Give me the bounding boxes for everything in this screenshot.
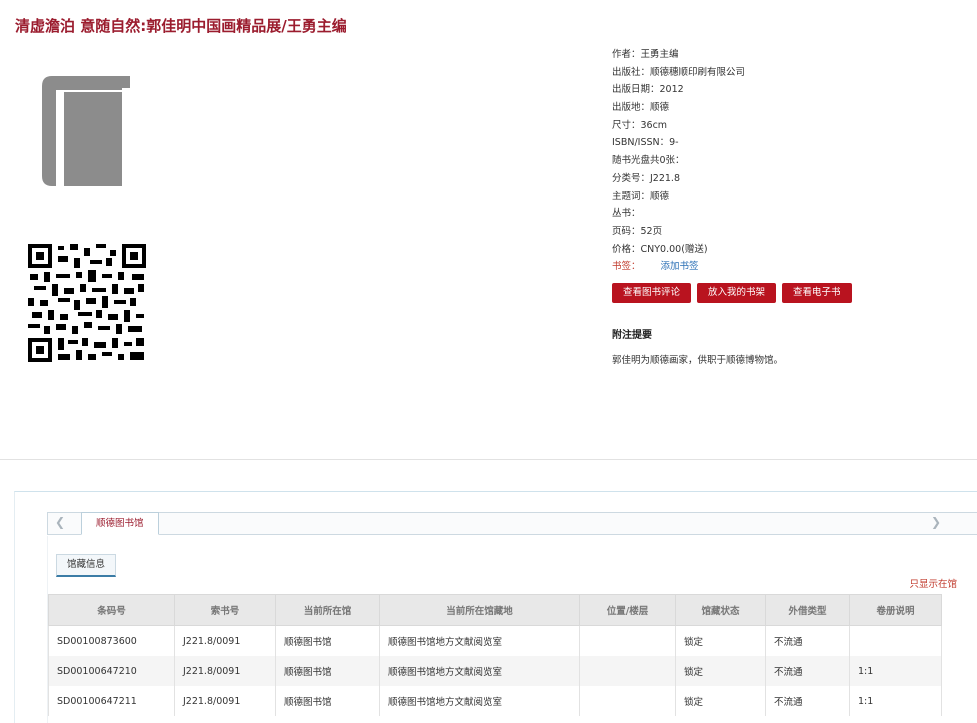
pub-date-field: 出版日期：2012	[612, 84, 684, 96]
action-buttons: 查看图书评论 放入我的书架 查看电子书	[612, 280, 858, 303]
book-info: 作者：王勇主编 出版社：顺德穗顺印刷有限公司 出版日期：2012 出版地：顺德 …	[612, 46, 745, 276]
table-header-row: 条码号 索书号 当前所在馆 当前所在馆藏地 位置/楼层 馆藏状态 外借类型 卷册…	[48, 594, 942, 626]
column-header: 条码号	[48, 594, 175, 626]
barcode-cell: SD00100647211	[48, 686, 175, 716]
loan-type-cell: 不流通	[765, 625, 850, 656]
location-cell: 顺德图书馆地方文献阅览室	[379, 625, 580, 656]
cd-field: 随书光盘共0张：	[612, 155, 685, 167]
view-reviews-button[interactable]: 查看图书评论	[612, 283, 692, 303]
notes-heading: 附注提要	[612, 330, 652, 341]
series-field: 丛书：	[612, 208, 641, 220]
column-header: 外借类型	[765, 594, 850, 626]
table-row: SD00100873600 J221.8/0091 顺德图书馆 顺德图书馆地方文…	[48, 625, 942, 656]
loan-type-cell: 不流通	[765, 656, 850, 686]
publisher-field: 出版社：顺德穗顺印刷有限公司	[612, 66, 746, 78]
location-cell: 顺德图书馆地方文献阅览室	[379, 686, 580, 716]
column-header: 当前所在馆	[275, 594, 380, 626]
pages-field: 页码：52页	[612, 225, 663, 237]
tab-collection-info[interactable]: 馆藏信息	[56, 554, 117, 577]
library-tabbar: ❮ 顺德图书馆 ❯	[47, 512, 977, 535]
class-no-field: 分类号：J221.8	[612, 172, 680, 184]
call-number-cell: J221.8/0091	[174, 656, 276, 686]
loan-type-cell: 不流通	[765, 686, 850, 716]
bookmark-label: 书签：	[612, 261, 641, 273]
call-number-cell: J221.8/0091	[174, 686, 276, 716]
floor-cell	[579, 656, 676, 686]
library-cell: 顺德图书馆	[275, 686, 380, 716]
author-field: 作者：王勇主编	[612, 49, 679, 60]
volume-cell: 1:1	[849, 656, 942, 686]
library-cell: 顺德图书馆	[275, 625, 380, 656]
location-cell: 顺德图书馆地方文献阅览室	[379, 656, 580, 686]
chevron-right-icon[interactable]: ❯	[931, 515, 941, 529]
barcode-cell: SD00100873600	[48, 625, 175, 656]
table-row: SD00100647210 J221.8/0091 顺德图书馆 顺德图书馆地方文…	[48, 656, 942, 686]
section-divider	[0, 459, 977, 460]
barcode-cell: SD00100647210	[48, 656, 175, 686]
volume-cell	[849, 625, 942, 656]
holdings-content: 馆藏信息 只显示在馆 条码号 索书号 当前所在馆 当前所在馆藏地 位置/楼层 馆…	[47, 536, 957, 723]
subject-field: 主题词：顺德	[612, 190, 670, 202]
book-cover-icon	[42, 76, 130, 186]
column-header: 馆藏状态	[675, 594, 766, 626]
call-number-cell: J221.8/0091	[174, 625, 276, 656]
column-header: 卷册说明	[849, 594, 942, 626]
qr-code	[28, 244, 146, 362]
tab-shunde-library[interactable]: 顺德图书馆	[81, 512, 159, 535]
notes-text: 郭佳明为顺德画家，供职于顺德博物馆。	[612, 355, 784, 366]
price-field: 价格：CNY0.00(赠送)	[612, 243, 708, 255]
view-ebook-button[interactable]: 查看电子书	[782, 283, 852, 303]
column-header: 当前所在馆藏地	[379, 594, 580, 626]
holdings-table: 条码号 索书号 当前所在馆 当前所在馆藏地 位置/楼层 馆藏状态 外借类型 卷册…	[48, 594, 942, 716]
book-title: 清虚澹泊 意随自然:郭佳明中国画精品展/王勇主编	[15, 17, 347, 35]
floor-cell	[579, 625, 676, 656]
column-header: 索书号	[174, 594, 276, 626]
column-header: 位置/楼层	[579, 594, 676, 626]
add-bookmark-link[interactable]: 添加书签	[661, 261, 699, 272]
status-cell: 锁定	[675, 686, 766, 716]
floor-cell	[579, 686, 676, 716]
library-cell: 顺德图书馆	[275, 656, 380, 686]
isbn-field: ISBN/ISSN：9-	[612, 137, 679, 149]
add-to-shelf-button[interactable]: 放入我的书架	[697, 283, 777, 303]
table-row: SD00100647211 J221.8/0091 顺德图书馆 顺德图书馆地方文…	[48, 686, 942, 716]
status-cell: 锁定	[675, 656, 766, 686]
holdings-panel: ❮ 顺德图书馆 ❯ 馆藏信息 只显示在馆 条码号 索书号 当前所在馆 当前所在馆…	[14, 491, 977, 723]
status-cell: 锁定	[675, 625, 766, 656]
only-show-available-link[interactable]: 只显示在馆	[909, 576, 957, 590]
size-field: 尺寸：36cm	[612, 119, 668, 131]
pub-place-field: 出版地：顺德	[612, 102, 670, 114]
chevron-left-icon[interactable]: ❮	[55, 515, 65, 529]
volume-cell: 1:1	[849, 686, 942, 716]
bookmark-row: 书签： 添加书签	[612, 258, 745, 276]
